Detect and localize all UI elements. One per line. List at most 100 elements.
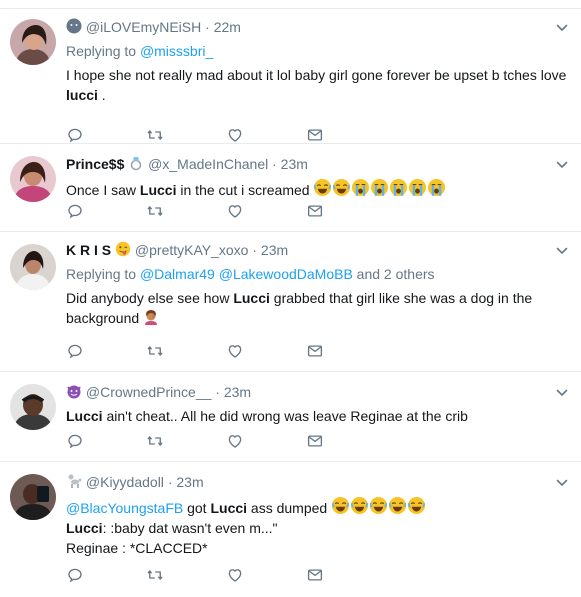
- reply-button[interactable]: [66, 566, 146, 586]
- tweet-actions: [66, 202, 386, 224]
- reply-others[interactable]: and 2 others: [353, 266, 435, 282]
- avatar[interactable]: [10, 384, 56, 430]
- reply-mention-link[interactable]: @LakewoodDaMoBB: [219, 266, 353, 282]
- tweet-text-part: Did anybody else see how: [66, 290, 234, 306]
- emoji-sequence: [331, 500, 426, 516]
- reply-mention-link[interactable]: @misssbri_: [140, 43, 213, 59]
- tweet[interactable]: @CrownedPrince__ · 23m Lucci ain't cheat…: [0, 372, 581, 462]
- tweet-timestamp[interactable]: 23m: [261, 242, 288, 258]
- replying-label: Replying to: [66, 266, 140, 282]
- chevron-down-icon[interactable]: [555, 244, 569, 258]
- laughing-emoji-icon: [407, 496, 426, 515]
- tweet-actions: [66, 566, 386, 588]
- retweet-icon: [146, 126, 164, 144]
- dm-button[interactable]: [306, 566, 386, 586]
- avatar[interactable]: [10, 474, 56, 520]
- laughing-emoji-icon: [331, 496, 350, 515]
- reply-icon: [66, 342, 84, 360]
- emoji-sequence: [313, 182, 446, 198]
- envelope-icon: [306, 566, 324, 584]
- tweet-handle[interactable]: @prettyKAY_xoxo: [135, 242, 249, 258]
- retweet-button[interactable]: [146, 342, 226, 362]
- tweet-handle[interactable]: @Kiyydadoll: [86, 474, 164, 490]
- highlight-term: Lucci: [66, 408, 103, 424]
- tweet-text-part: Reginae : *CLACCED*: [66, 540, 208, 556]
- envelope-icon: [306, 202, 324, 220]
- divider: [0, 0, 581, 9]
- laughing-emoji-icon: [350, 496, 369, 515]
- envelope-icon: [306, 126, 324, 144]
- dm-button[interactable]: [306, 126, 386, 146]
- tweet-text: Lucci ain't cheat.. All he did wrong was…: [66, 406, 567, 426]
- laughing-emoji-icon: [313, 178, 332, 197]
- tweet-timestamp[interactable]: 23m: [281, 156, 308, 172]
- chevron-down-icon[interactable]: [555, 476, 569, 490]
- winking-tongue-emoji-icon: [115, 241, 131, 262]
- dm-button[interactable]: [306, 432, 386, 452]
- tweet-text-part: got: [183, 500, 211, 516]
- retweet-icon: [146, 566, 164, 584]
- avatar[interactable]: [10, 244, 56, 290]
- retweet-button[interactable]: [146, 432, 226, 452]
- tweet-fullname[interactable]: Prince$$: [66, 156, 124, 172]
- retweet-button[interactable]: [146, 126, 226, 146]
- tweet[interactable]: Prince$$ @x_MadeInChanel · 23m Once I sa…: [0, 144, 581, 232]
- avatar[interactable]: [10, 19, 56, 65]
- avatar[interactable]: [10, 156, 56, 202]
- tweet-timestamp[interactable]: 22m: [214, 19, 241, 35]
- tweet-handle[interactable]: @x_MadeInChanel: [148, 156, 268, 172]
- retweet-icon: [146, 202, 164, 220]
- laughing-emoji-icon: [332, 178, 351, 197]
- chevron-down-icon[interactable]: [555, 386, 569, 400]
- highlight-term: Lucci: [139, 182, 177, 198]
- tweet-text: Did anybody else see how Lucci grabbed t…: [66, 288, 567, 328]
- chevron-down-icon[interactable]: [555, 21, 569, 35]
- reply-button[interactable]: [66, 342, 146, 362]
- heart-icon: [226, 432, 244, 450]
- tweet-text: I hope she not really mad about it lol b…: [66, 65, 567, 105]
- tweet-text-part: Once I saw: [66, 182, 140, 198]
- reply-button[interactable]: [66, 202, 146, 222]
- tweet-text-part: ass dumped: [247, 500, 328, 516]
- highlight-term: Lucci: [233, 290, 270, 306]
- tweet[interactable]: @Kiyydadoll · 23m @BlacYoungstaFB got Lu…: [0, 462, 581, 597]
- reply-button[interactable]: [66, 432, 146, 452]
- separator: ·: [167, 474, 173, 490]
- reply-icon: [66, 202, 84, 220]
- highlight-term: Lucci: [210, 500, 248, 516]
- tweet-handle[interactable]: @iLOVEmyNEiSH: [86, 19, 201, 35]
- mention-link[interactable]: @BlacYoungstaFB: [66, 500, 183, 516]
- reply-button[interactable]: [66, 126, 146, 146]
- envelope-icon: [306, 342, 324, 360]
- like-button[interactable]: [226, 566, 306, 586]
- like-button[interactable]: [226, 342, 306, 362]
- tweet-timestamp[interactable]: 23m: [176, 474, 203, 490]
- tweet[interactable]: @iLOVEmyNEiSH · 22m Replying to @misssbr…: [0, 9, 581, 144]
- tweet-text-part: .: [97, 87, 106, 103]
- like-button[interactable]: [226, 202, 306, 222]
- reply-icon: [66, 126, 84, 144]
- ring-icon: [128, 155, 144, 176]
- reply-mention-link[interactable]: @Dalmar49: [140, 266, 215, 282]
- crying-emoji-icon: [351, 178, 370, 197]
- dm-button[interactable]: [306, 202, 386, 222]
- reply-icon: [66, 566, 84, 584]
- tweet-handle[interactable]: @CrownedPrince__: [86, 384, 212, 400]
- tweet-text-part: in the cut i screamed: [176, 182, 310, 198]
- tweet-text: Once I saw Lucci in the cut i screamed: [66, 178, 567, 200]
- like-button[interactable]: [226, 126, 306, 146]
- like-button[interactable]: [226, 432, 306, 452]
- separator: ·: [272, 156, 277, 172]
- smiling-devil-emoji-icon: [66, 383, 82, 404]
- replying-label: Replying to: [66, 43, 140, 59]
- replying-to: Replying to @misssbri_: [66, 41, 567, 61]
- dm-button[interactable]: [306, 342, 386, 362]
- tweet-timestamp[interactable]: 23m: [224, 384, 251, 400]
- tweet-fullname[interactable]: K R I S: [66, 242, 111, 258]
- chevron-down-icon[interactable]: [555, 158, 569, 172]
- tweet[interactable]: K R I S @prettyKAY_xoxo · 23m Replying t…: [0, 232, 581, 372]
- separator: ·: [215, 384, 220, 400]
- retweet-button[interactable]: [146, 566, 226, 586]
- laughing-emoji-icon: [388, 496, 407, 515]
- retweet-button[interactable]: [146, 202, 226, 222]
